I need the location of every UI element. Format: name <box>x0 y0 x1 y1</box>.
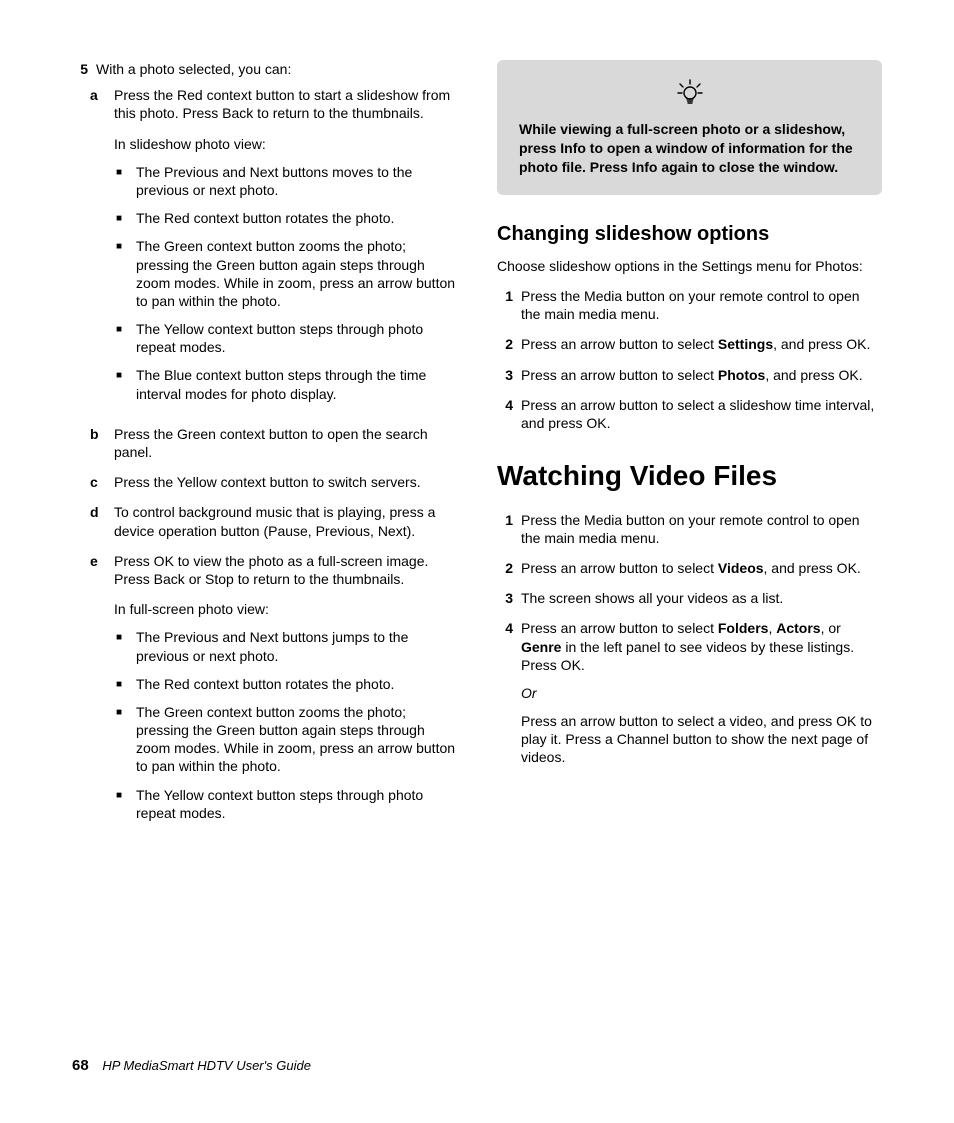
list-item: 4 Press an arrow button to select a slid… <box>497 396 882 432</box>
bullet-item: ■The Yellow context button steps through… <box>116 786 457 822</box>
square-bullet-icon: ■ <box>116 366 136 402</box>
substep-e: e Press OK to view the photo as a full-s… <box>90 552 457 832</box>
substep-letter: e <box>90 552 114 832</box>
substep-letter: b <box>90 425 114 461</box>
step-number: 2 <box>497 335 521 353</box>
step-number: 1 <box>497 511 521 547</box>
intro-text: Choose slideshow options in the Settings… <box>497 257 882 275</box>
step-number: 3 <box>497 589 521 607</box>
list-item: 2 Press an arrow button to select Videos… <box>497 559 882 577</box>
bullet-item: ■The Green context button zooms the phot… <box>116 703 457 776</box>
step-number: 4 <box>497 396 521 432</box>
square-bullet-icon: ■ <box>116 237 136 310</box>
step-text: Press an arrow button to select a slides… <box>521 396 882 432</box>
step-text: Press an arrow button to select Photos, … <box>521 366 882 384</box>
list-item: 2 Press an arrow button to select Settin… <box>497 335 882 353</box>
bullet-item: ■The Previous and Next buttons moves to … <box>116 163 457 199</box>
slideshow-view-label: In slideshow photo view: <box>114 135 457 153</box>
page-footer: 68 HP MediaSmart HDTV User's Guide <box>72 1056 311 1076</box>
step-5: 5 With a photo selected, you can: <box>72 60 457 78</box>
step-text: With a photo selected, you can: <box>96 60 457 78</box>
lightbulb-icon <box>519 78 860 112</box>
right-column: While viewing a full-screen photo or a s… <box>497 60 882 844</box>
step-number: 1 <box>497 287 521 323</box>
step-text: Press the Media button on your remote co… <box>521 511 882 547</box>
changing-slideshow-heading: Changing slideshow options <box>497 221 882 247</box>
bullet-item: ■The Red context button rotates the phot… <box>116 675 457 693</box>
fullscreen-view-label: In full-screen photo view: <box>114 600 457 618</box>
step-number: 4 <box>497 619 521 766</box>
substep-text: Press the Green context button to open t… <box>114 425 457 461</box>
step-number: 3 <box>497 366 521 384</box>
step-text: Press an arrow button to select Folders,… <box>521 619 882 766</box>
substep-letter: d <box>90 503 114 539</box>
substep-d: d To control background music that is pl… <box>90 503 457 539</box>
step-extra: Press an arrow button to select a video,… <box>521 712 882 767</box>
square-bullet-icon: ■ <box>116 209 136 227</box>
square-bullet-icon: ■ <box>116 786 136 822</box>
bullet-item: ■The Red context button rotates the phot… <box>116 209 457 227</box>
square-bullet-icon: ■ <box>116 703 136 776</box>
watching-video-heading: Watching Video Files <box>497 458 882 494</box>
substep-c: c Press the Yellow context button to swi… <box>90 473 457 491</box>
square-bullet-icon: ■ <box>116 320 136 356</box>
square-bullet-icon: ■ <box>116 163 136 199</box>
tip-box: While viewing a full-screen photo or a s… <box>497 60 882 195</box>
tip-text: While viewing a full-screen photo or a s… <box>519 120 860 177</box>
step-number: 2 <box>497 559 521 577</box>
substep-text: Press the Red context button to start a … <box>114 86 457 122</box>
substep-text: Press the Yellow context button to switc… <box>114 473 457 491</box>
step-text: Press an arrow button to select Videos, … <box>521 559 882 577</box>
bullet-item: ■The Blue context button steps through t… <box>116 366 457 402</box>
step-number: 5 <box>72 60 96 78</box>
step-text: Press the Media button on your remote co… <box>521 287 882 323</box>
list-item: 4 Press an arrow button to select Folder… <box>497 619 882 766</box>
or-text: Or <box>521 684 882 702</box>
list-item: 3 Press an arrow button to select Photos… <box>497 366 882 384</box>
square-bullet-icon: ■ <box>116 675 136 693</box>
list-item: 1 Press the Media button on your remote … <box>497 511 882 547</box>
substep-letter: a <box>90 86 114 413</box>
page-number: 68 <box>72 1057 89 1074</box>
bullet-item: ■The Green context button zooms the phot… <box>116 237 457 310</box>
list-item: 3 The screen shows all your videos as a … <box>497 589 882 607</box>
substep-text: Press OK to view the photo as a full-scr… <box>114 552 457 588</box>
substep-text: To control background music that is play… <box>114 503 457 539</box>
substep-letter: c <box>90 473 114 491</box>
bullet-item: ■The Yellow context button steps through… <box>116 320 457 356</box>
step-text: The screen shows all your videos as a li… <box>521 589 882 607</box>
square-bullet-icon: ■ <box>116 628 136 664</box>
substep-a: a Press the Red context button to start … <box>90 86 457 413</box>
footer-title: HP MediaSmart HDTV User's Guide <box>102 1058 311 1073</box>
list-item: 1 Press the Media button on your remote … <box>497 287 882 323</box>
left-column: 5 With a photo selected, you can: a Pres… <box>72 60 457 844</box>
bullet-item: ■The Previous and Next buttons jumps to … <box>116 628 457 664</box>
step-text: Press an arrow button to select Settings… <box>521 335 882 353</box>
substep-b: b Press the Green context button to open… <box>90 425 457 461</box>
